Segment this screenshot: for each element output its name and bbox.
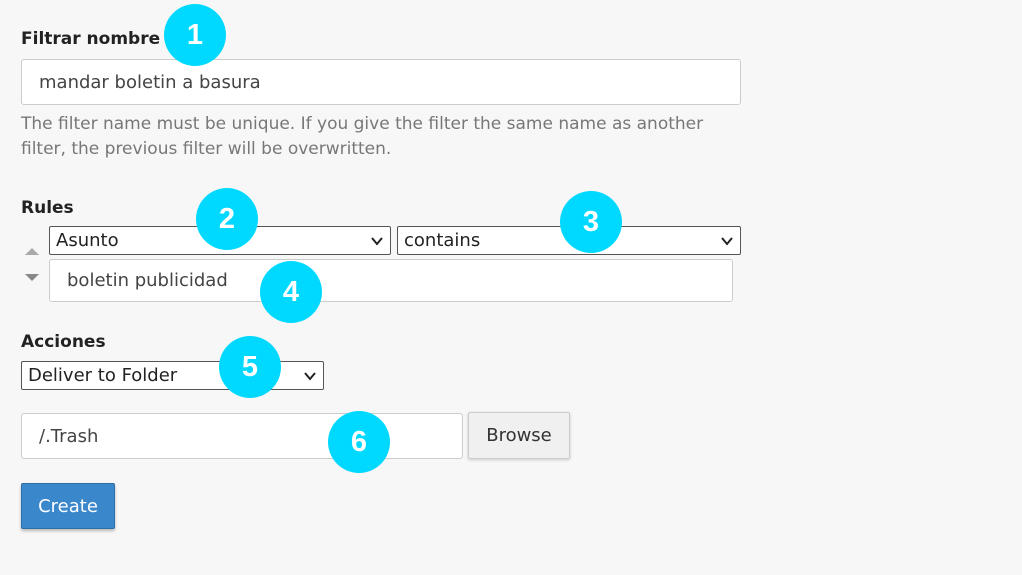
folder-path-value: /.Trash (39, 425, 99, 447)
chevron-down-icon (304, 371, 316, 381)
filter-name-help: The filter name must be unique. If you g… (21, 114, 704, 159)
create-button[interactable]: Create (21, 483, 115, 529)
chevron-down-icon (721, 236, 733, 246)
annotation-badge-2: 2 (196, 188, 258, 250)
rule-field-selected: Asunto (56, 230, 119, 251)
annotation-badge-3: 3 (560, 191, 622, 253)
rules-label: Rules (21, 198, 74, 218)
rule-operator-selected: contains (404, 230, 481, 251)
rule-value-text: boletin publicidad (67, 270, 228, 291)
annotation-badge-4: 4 (260, 261, 322, 323)
chevron-down-icon (371, 236, 383, 246)
move-down-arrow-icon[interactable] (25, 274, 39, 281)
filter-name-input[interactable]: mandar boletin a basura (21, 59, 741, 105)
rule-value-input[interactable]: boletin publicidad (49, 259, 733, 302)
annotation-badge-6: 6 (328, 411, 390, 473)
move-up-arrow-icon[interactable] (25, 248, 39, 255)
actions-label: Acciones (21, 332, 106, 352)
annotation-badge-5: 5 (219, 336, 281, 398)
filter-name-label: Filtrar nombre (21, 29, 161, 49)
annotation-badge-1: 1 (164, 4, 226, 66)
filter-name-value: mandar boletin a basura (39, 71, 261, 93)
action-selected: Deliver to Folder (28, 365, 178, 386)
browse-button[interactable]: Browse (468, 412, 570, 459)
folder-path-input[interactable]: /.Trash (21, 413, 463, 459)
